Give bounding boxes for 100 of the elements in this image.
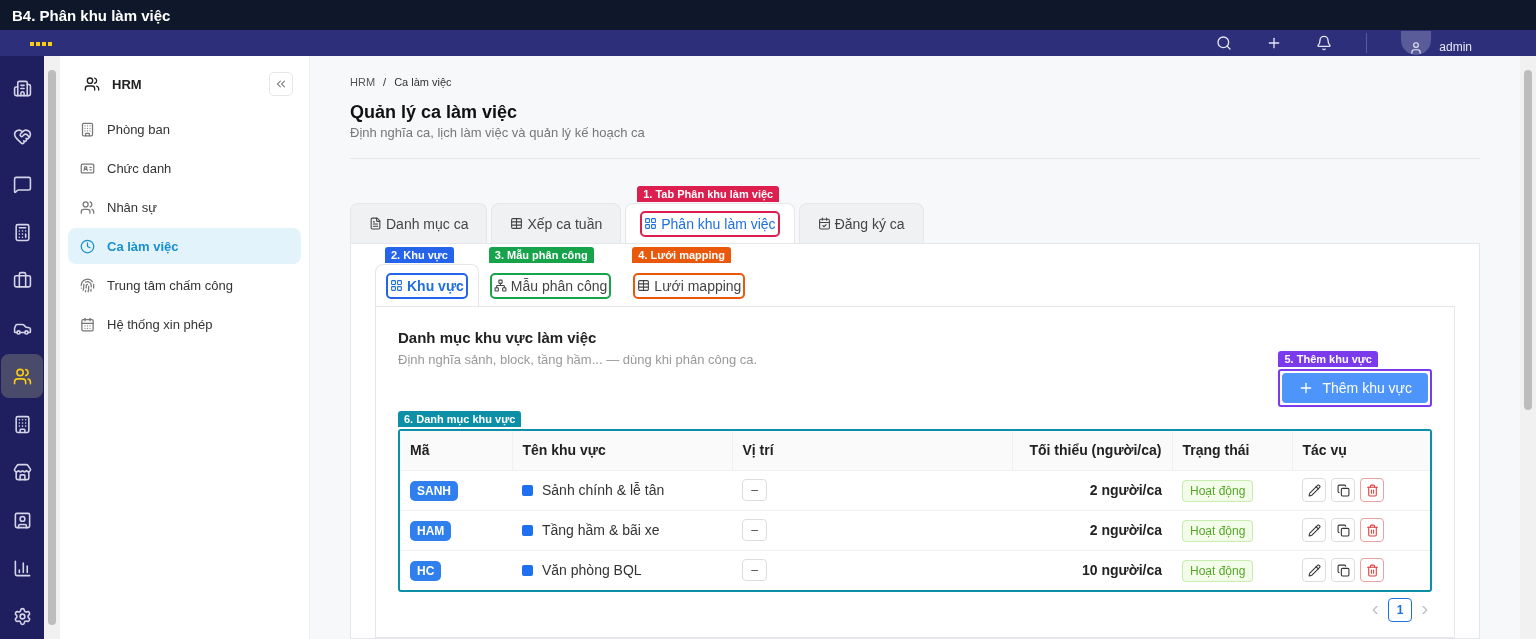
- copy-icon: [1336, 523, 1350, 537]
- status-tag: Hoạt động: [1182, 480, 1254, 502]
- delete-button[interactable]: [1360, 558, 1384, 583]
- tab-label: Xếp ca tuần: [527, 215, 603, 232]
- people-icon: [12, 366, 32, 386]
- edit-button[interactable]: [1302, 518, 1326, 542]
- area-marker: [522, 524, 533, 536]
- annotation-tag: 6. Danh mục khu vực: [398, 411, 522, 427]
- column-header: Tối thiểu (người/ca): [1012, 431, 1172, 470]
- sidebar-item[interactable]: Chức danh: [68, 150, 301, 186]
- logo-icon: [30, 40, 52, 46]
- annotation-tag: 3. Mẫu phân công: [488, 247, 594, 263]
- copy-button[interactable]: [1331, 518, 1355, 542]
- tab[interactable]: Đăng ký ca: [798, 203, 924, 243]
- hand-icon: [12, 126, 32, 146]
- area-name: Sảnh chính & lễ tân: [542, 482, 665, 498]
- area-code: HAM: [410, 521, 452, 541]
- sidebar-item[interactable]: Nhân sự: [68, 189, 301, 225]
- people-icon: [80, 199, 95, 215]
- area-code: HC: [410, 561, 442, 582]
- fingerprint-icon: [80, 277, 95, 293]
- sidebar-label: Trung tâm chấm công: [107, 277, 233, 293]
- window-title: B4. Phân khu làm việc: [12, 6, 171, 24]
- search-icon[interactable]: [1216, 35, 1233, 51]
- section-title: Danh mục khu vực làm việc: [398, 329, 598, 346]
- minimum-staff: 2 người/ca: [1089, 482, 1162, 498]
- column-header: Tên khu vực: [512, 431, 732, 470]
- copy-icon: [1336, 483, 1350, 497]
- column-header: Vị trí: [732, 431, 1012, 470]
- area-code: SANH: [410, 481, 458, 501]
- sidebar-item[interactable]: Trung tâm chấm công: [68, 267, 301, 303]
- avatar[interactable]: [1401, 31, 1432, 55]
- column-header: Trạng thái: [1172, 431, 1292, 470]
- page-subtitle: Định nghĩa ca, lịch làm việc và quản lý kế hoạch ca: [350, 125, 1480, 159]
- sidebar-label: Chức danh: [107, 160, 172, 176]
- trash-icon: [1365, 483, 1379, 497]
- tab-label: Lưới mapping: [654, 277, 742, 294]
- breadcrumb-separator: /: [383, 76, 387, 88]
- store-icon: [12, 462, 32, 482]
- edit-button[interactable]: [1302, 558, 1326, 583]
- network-icon: [493, 279, 507, 292]
- column-header: Tác vụ: [1292, 431, 1430, 470]
- calendar-icon: [80, 316, 95, 332]
- position-button[interactable]: –: [742, 479, 767, 501]
- annotation-tag: 2. Khu vực: [385, 247, 454, 263]
- tab-label: Đăng ký ca: [834, 215, 905, 232]
- tab-label: Khu vực: [407, 277, 464, 294]
- trash-icon: [1365, 563, 1379, 577]
- sub-tab[interactable]: Lưới mapping: [622, 264, 757, 306]
- column-header: Mã: [400, 431, 512, 470]
- annotation-tag: 5. Thêm khu vực: [1278, 351, 1378, 367]
- bar-chart-icon: [12, 558, 32, 578]
- table-icon: [637, 279, 651, 292]
- clock-icon: [80, 238, 95, 254]
- section-subtitle: Định nghĩa sảnh, block, tầng hầm... — dùng khi phân công ca.: [398, 352, 758, 367]
- tab[interactable]: Xếp ca tuần: [491, 203, 622, 243]
- pencil-icon: [1307, 483, 1321, 497]
- delete-button[interactable]: [1360, 478, 1384, 502]
- breadcrumb-link[interactable]: HRM: [350, 76, 376, 88]
- page-title: Quản lý ca làm việc: [350, 102, 519, 123]
- scrollbar-thumb[interactable]: [1524, 70, 1532, 410]
- sidebar-item[interactable]: Phòng ban: [68, 111, 301, 147]
- calendar-icon: [817, 217, 831, 230]
- tab[interactable]: Phân khu làm việc: [625, 203, 795, 243]
- double-chevron-left-icon: [274, 77, 288, 91]
- person-icon: [12, 510, 32, 530]
- edit-button[interactable]: [1302, 478, 1326, 502]
- sidebar-label: Phòng ban: [107, 121, 170, 137]
- area-name: Tầng hầm & bãi xe: [542, 522, 660, 538]
- pencil-icon: [1307, 563, 1321, 577]
- annotation-tag: 1. Tab Phân khu làm việc: [637, 186, 780, 202]
- people-icon: [84, 76, 100, 92]
- delete-button[interactable]: [1360, 518, 1384, 542]
- table-icon: [510, 217, 524, 230]
- building-icon: [12, 78, 32, 98]
- tab-label: Danh mục ca: [386, 215, 469, 232]
- copy-button[interactable]: [1331, 478, 1355, 502]
- grid-icon: [644, 217, 658, 230]
- breadcrumb-link[interactable]: Ca làm việc: [394, 76, 452, 88]
- building-icon: [12, 414, 32, 434]
- id-card-icon: [80, 160, 95, 176]
- list-icon: [369, 217, 382, 230]
- pencil-icon: [1307, 523, 1321, 537]
- page-button[interactable]: 1: [1388, 598, 1412, 622]
- collapse-button[interactable]: [269, 72, 293, 96]
- position-button[interactable]: –: [742, 559, 767, 582]
- grid-icon: [390, 279, 403, 292]
- sidebar-item[interactable]: Hệ thống xin phép: [68, 306, 301, 342]
- sub-tab[interactable]: Khu vực: [375, 264, 479, 306]
- bell-icon[interactable]: [1316, 35, 1333, 51]
- tab[interactable]: Danh mục ca: [350, 203, 488, 243]
- sidebar-label: Nhân sự: [107, 199, 157, 215]
- sub-tab[interactable]: Mẫu phân công: [478, 264, 623, 306]
- area-name: Văn phòng BQL: [542, 562, 642, 579]
- position-button[interactable]: –: [742, 519, 767, 541]
- minimum-staff: 2 người/ca: [1089, 522, 1162, 538]
- scrollbar-thumb[interactable]: [48, 70, 56, 625]
- copy-button[interactable]: [1331, 558, 1355, 583]
- chat-icon: [12, 174, 32, 194]
- status-tag: Hoạt động: [1182, 560, 1254, 583]
